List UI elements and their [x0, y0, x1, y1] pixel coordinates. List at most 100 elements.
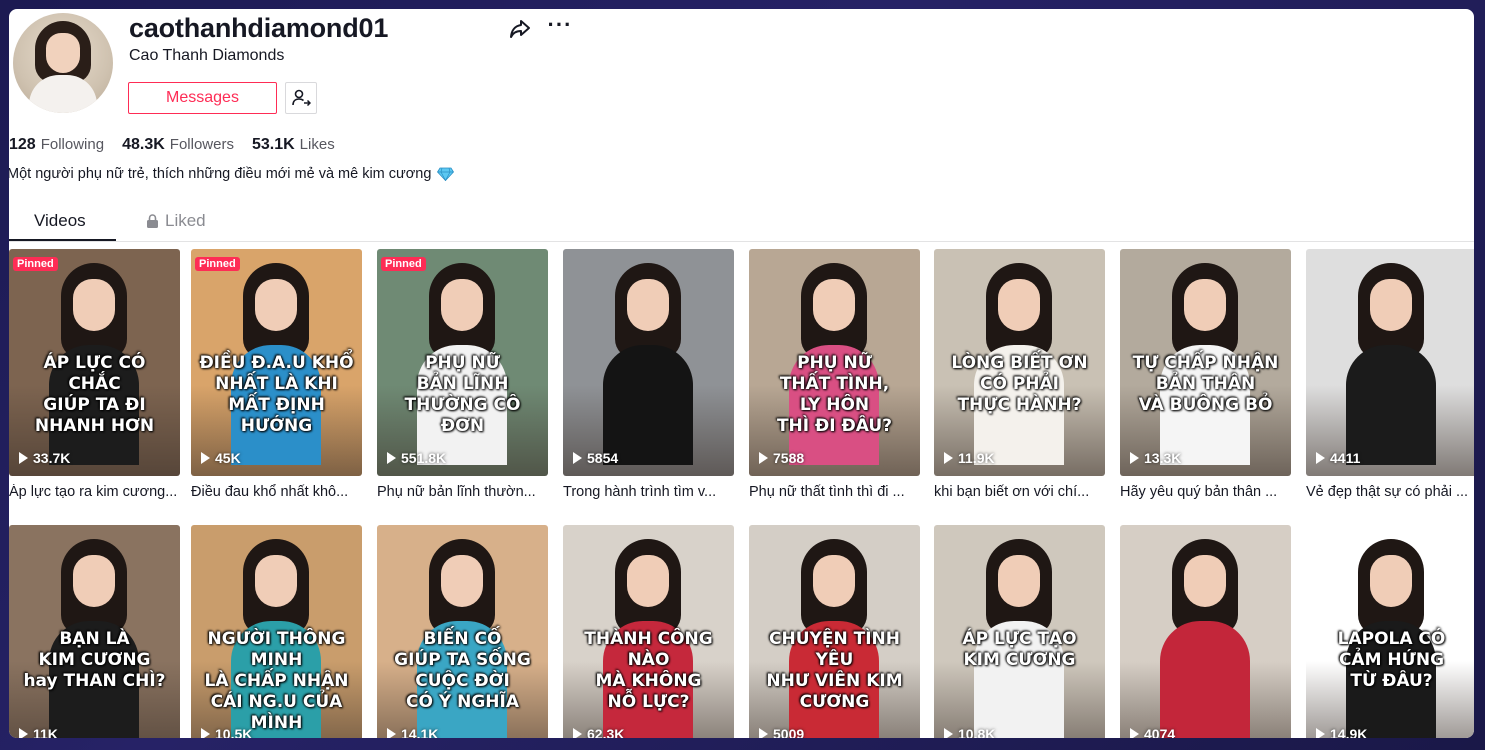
view-count-value: 7588	[773, 450, 805, 466]
video-card[interactable]: BẠN LÀ KIM CƯƠNG hay THAN CHÌ? 11K	[9, 525, 180, 738]
video-thumbnail[interactable]: BẠN LÀ KIM CƯƠNG hay THAN CHÌ? 11K	[9, 525, 180, 738]
video-card[interactable]: Pinned ÁP LỰC CÓ CHẮC GIÚP TA ĐI NHANH HƠ…	[9, 249, 180, 500]
view-count-value: 14.1K	[401, 726, 439, 738]
pinned-badge: Pinned	[13, 257, 58, 271]
video-thumbnail[interactable]: Pinned ĐIỀU Đ.A.U KHỔ NHẤT LÀ KHI MẤT ĐỊN…	[191, 249, 362, 476]
video-card[interactable]: NGƯỜI THÔNG MINH LÀ CHẤP NHẬN CÁI NG.U C…	[191, 525, 362, 738]
add-user-icon	[292, 89, 311, 107]
video-thumbnail[interactable]: Pinned ÁP LỰC CÓ CHẮC GIÚP TA ĐI NHANH HƠ…	[9, 249, 180, 476]
tab-videos[interactable]: Videos	[34, 211, 86, 231]
bio: Một người phụ nữ trẻ, thích những điều m…	[9, 166, 455, 182]
video-thumbnail[interactable]: BIẾN CỐ GIÚP TA SỐNG CUỘC ĐỜI CÓ Ý NGHĨA…	[377, 525, 548, 738]
play-icon	[944, 728, 953, 738]
play-icon	[387, 728, 396, 738]
thumbnail-caption: BIẾN CỐ GIÚP TA SỐNG CUỘC ĐỜI CÓ Ý NGHĨA	[394, 629, 531, 712]
thumbnail-caption: LÒNG BIẾT ƠN CÓ PHẢI THỰC HÀNH?	[951, 353, 1088, 415]
view-count: 10.5K	[201, 726, 252, 738]
video-card[interactable]: LÒNG BIẾT ƠN CÓ PHẢI THỰC HÀNH? 11.9K khi …	[934, 249, 1105, 500]
video-thumbnail[interactable]: Pinned PHỤ NỮ BẢN LĨNH THƯỜNG CÔ ĐƠN 551.8…	[377, 249, 548, 476]
likes-stat: 53.1K Likes	[251, 136, 335, 153]
diamond-icon	[437, 167, 455, 181]
video-description[interactable]: Hãy yêu quý bản thân ...	[1120, 484, 1291, 500]
pinned-badge: Pinned	[195, 257, 240, 271]
video-thumbnail[interactable]: TỰ CHẤP NHẬN BẢN THÂN VÀ BUÔNG BỎ 13.3K	[1120, 249, 1291, 476]
thumbnail-caption: LAPOLA CÓ CẢM HỨNG TỪ ĐÂU?	[1337, 629, 1446, 691]
thumbnail-caption: THÀNH CÔNG NÀO MÀ KHÔNG NỖ LỰC?	[584, 629, 713, 712]
following-stat[interactable]: 128 Following	[9, 136, 104, 154]
view-count-value: 4074	[1144, 726, 1176, 738]
profile-window: caothanhdiamond01 Cao Thanh Diamonds ···…	[9, 9, 1474, 738]
video-thumbnail[interactable]: 4411	[1306, 249, 1474, 476]
thumbnail-caption: ÁP LỰC TẠO KIM CƯƠNG	[962, 629, 1077, 670]
video-thumbnail[interactable]: 4074	[1120, 525, 1291, 738]
video-description[interactable]: Phụ nữ bản lĩnh thườn...	[377, 484, 548, 500]
video-description[interactable]: Phụ nữ thất tình thì đi ...	[749, 484, 920, 500]
play-icon	[759, 728, 768, 738]
play-icon	[19, 728, 28, 738]
video-card[interactable]: Pinned ĐIỀU Đ.A.U KHỔ NHẤT LÀ KHI MẤT ĐỊN…	[191, 249, 362, 500]
video-card[interactable]: ÁP LỰC TẠO KIM CƯƠNG 10.8K	[934, 525, 1105, 738]
video-thumbnail[interactable]: ÁP LỰC TẠO KIM CƯƠNG 10.8K	[934, 525, 1105, 738]
play-icon	[944, 452, 953, 464]
video-thumbnail[interactable]: 5854	[563, 249, 734, 476]
view-count-value: 13.3K	[1144, 450, 1182, 466]
video-thumbnail[interactable]: LÒNG BIẾT ƠN CÓ PHẢI THỰC HÀNH? 11.9K	[934, 249, 1105, 476]
view-count-value: 10.8K	[958, 726, 996, 738]
video-card[interactable]: 4074	[1120, 525, 1291, 738]
video-card[interactable]: BIẾN CỐ GIÚP TA SỐNG CUỘC ĐỜI CÓ Ý NGHĨA…	[377, 525, 548, 738]
view-count-value: 10.5K	[215, 726, 253, 738]
thumbnail-caption: ĐIỀU Đ.A.U KHỔ NHẤT LÀ KHI MẤT ĐỊNH HƯỚN…	[199, 353, 354, 436]
video-card[interactable]: CHUYỆN TÌNH YÊU NHƯ VIÊN KIM CƯƠNG 5009	[749, 525, 920, 738]
bio-text: Một người phụ nữ trẻ, thích những điều m…	[9, 166, 432, 182]
play-icon	[387, 452, 396, 464]
view-count-value: 5009	[773, 726, 805, 738]
video-description[interactable]: Vẻ đẹp thật sự có phải ...	[1306, 484, 1474, 500]
view-count: 551.8K	[387, 450, 446, 466]
view-count: 33.7K	[19, 450, 70, 466]
followers-stat[interactable]: 48.3K Followers	[122, 136, 234, 154]
view-count: 14.9K	[1316, 726, 1367, 738]
thumbnail-caption: TỰ CHẤP NHẬN BẢN THÂN VÀ BUÔNG BỎ	[1132, 353, 1279, 415]
share-icon[interactable]	[508, 17, 532, 41]
thumbnail-caption: CHUYỆN TÌNH YÊU NHƯ VIÊN KIM CƯƠNG	[766, 629, 903, 712]
video-card[interactable]: 5854 Trong hành trình tìm v...	[563, 249, 734, 500]
messages-button[interactable]: Messages	[128, 82, 277, 114]
avatar[interactable]	[13, 13, 113, 113]
view-count-value: 551.8K	[401, 450, 447, 466]
view-count-value: 45K	[215, 450, 241, 466]
video-description[interactable]: khi bạn biết ơn với chí...	[934, 484, 1105, 500]
profile-tabs: Videos Liked	[9, 201, 1474, 242]
video-description[interactable]: Điều đau khổ nhất khô...	[191, 484, 362, 500]
view-count: 11K	[19, 726, 58, 738]
play-icon	[201, 728, 210, 738]
video-thumbnail[interactable]: CHUYỆN TÌNH YÊU NHƯ VIÊN KIM CƯƠNG 5009	[749, 525, 920, 738]
thumbnail-caption: BẠN LÀ KIM CƯƠNG hay THAN CHÌ?	[23, 629, 166, 691]
video-card[interactable]: TỰ CHẤP NHẬN BẢN THÂN VÀ BUÔNG BỎ 13.3K Hã…	[1120, 249, 1291, 500]
view-count: 5009	[759, 726, 804, 738]
video-card[interactable]: Pinned PHỤ NỮ BẢN LĨNH THƯỜNG CÔ ĐƠN 551.8…	[377, 249, 548, 500]
tab-liked-label: Liked	[165, 211, 206, 230]
follow-user-button[interactable]	[285, 82, 317, 114]
active-tab-indicator	[9, 239, 116, 241]
video-card[interactable]: 4411 Vẻ đẹp thật sự có phải ...	[1306, 249, 1474, 500]
tab-liked[interactable]: Liked	[146, 211, 206, 231]
lock-icon	[147, 214, 158, 228]
view-count: 13.3K	[1130, 450, 1181, 466]
play-icon	[573, 728, 582, 738]
view-count-value: 11K	[33, 726, 58, 738]
video-thumbnail[interactable]: THÀNH CÔNG NÀO MÀ KHÔNG NỖ LỰC? 62.3K	[563, 525, 734, 738]
video-card[interactable]: THÀNH CÔNG NÀO MÀ KHÔNG NỖ LỰC? 62.3K	[563, 525, 734, 738]
video-card[interactable]: LAPOLA CÓ CẢM HỨNG TỪ ĐÂU? 14.9K	[1306, 525, 1474, 738]
view-count: 4411	[1316, 450, 1360, 466]
video-thumbnail[interactable]: PHỤ NỮ THẤT TÌNH, LY HÔN THÌ ĐI ĐÂU? 7588	[749, 249, 920, 476]
video-card[interactable]: PHỤ NỮ THẤT TÌNH, LY HÔN THÌ ĐI ĐÂU? 7588…	[749, 249, 920, 500]
more-options-icon[interactable]: ···	[547, 14, 573, 39]
video-thumbnail[interactable]: NGƯỜI THÔNG MINH LÀ CHẤP NHẬN CÁI NG.U C…	[191, 525, 362, 738]
video-description[interactable]: Áp lực tạo ra kim cương...	[9, 484, 180, 500]
view-count-value: 14.9K	[1330, 726, 1368, 738]
video-description[interactable]: Trong hành trình tìm v...	[563, 484, 734, 500]
view-count: 11.9K	[944, 450, 995, 466]
video-thumbnail[interactable]: LAPOLA CÓ CẢM HỨNG TỪ ĐÂU? 14.9K	[1306, 525, 1474, 738]
view-count: 4074	[1130, 726, 1175, 738]
play-icon	[573, 452, 582, 464]
